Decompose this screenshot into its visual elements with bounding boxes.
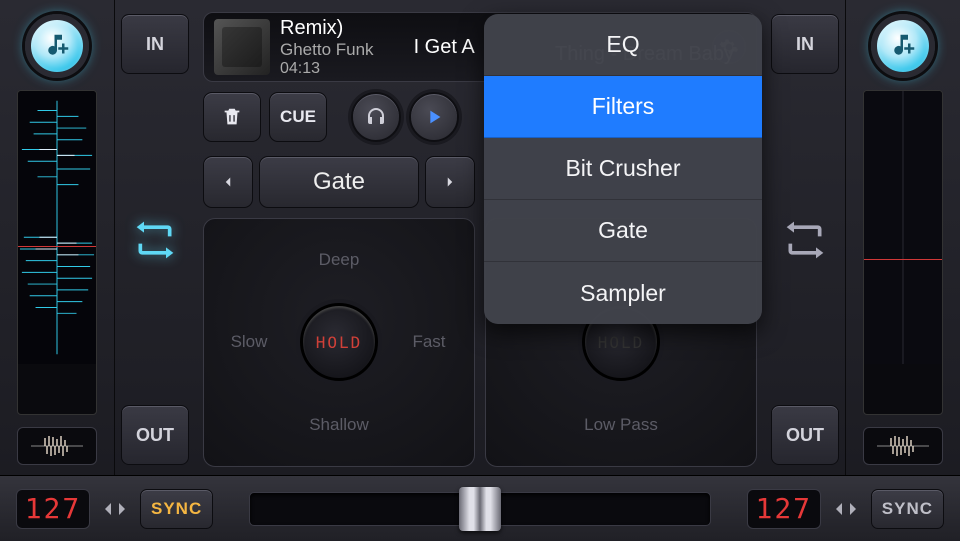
left-sync-button[interactable]: SYNC	[140, 489, 213, 529]
popover-item-gate[interactable]: Gate	[484, 200, 762, 262]
crossfader-handle[interactable]	[459, 487, 501, 531]
bottom-bar: 127 SYNC 127 SYNC	[0, 475, 960, 541]
fx-panel-left: Gate Deep Slow Fast Shallow HOLD	[203, 156, 475, 467]
play-icon	[423, 106, 445, 128]
overview-icon	[29, 435, 85, 457]
track-a-title: Remix)	[280, 17, 374, 40]
fx-left-prev[interactable]	[203, 156, 253, 208]
fx-left-next[interactable]	[425, 156, 475, 208]
nudge-right-icon	[847, 501, 859, 517]
track-a-info: Remix) Ghetto Funk 04:13	[280, 17, 374, 78]
waveform-graphic	[864, 91, 942, 364]
left-bpm-display: 127	[16, 489, 90, 529]
right-waveform[interactable]	[863, 90, 943, 415]
fx-left-xy-pad[interactable]: Deep Slow Fast Shallow HOLD	[203, 218, 475, 467]
fx-left-label-top: Deep	[319, 250, 360, 270]
right-nudge[interactable]	[833, 501, 859, 517]
fx-left-label-right: Fast	[412, 332, 445, 352]
add-track-right-button[interactable]	[871, 14, 935, 78]
left-in-button[interactable]: IN	[121, 14, 189, 74]
fx-left-label-left: Slow	[231, 332, 268, 352]
right-sync-button[interactable]: SYNC	[871, 489, 944, 529]
track-a-time: 04:13	[280, 60, 374, 78]
right-overview-button[interactable]	[863, 427, 943, 465]
right-io-column: IN OUT	[765, 0, 845, 475]
popover-item-eq[interactable]: EQ	[484, 14, 762, 76]
dj-app: IN OUT Remix) Ghetto Funk 04:13 I Get A	[0, 0, 960, 541]
right-bpm-display: 127	[747, 489, 821, 529]
loop-icon	[133, 218, 177, 262]
overview-icon	[875, 435, 931, 457]
fx-right-label-bottom: Low Pass	[584, 415, 658, 435]
playhead-marker	[18, 246, 96, 247]
headphones-icon	[364, 105, 388, 129]
crossfader[interactable]	[249, 492, 711, 526]
music-plus-icon	[42, 31, 72, 61]
popover-item-filters[interactable]: Filters	[484, 76, 762, 138]
left-out-button[interactable]: OUT	[121, 405, 189, 465]
right-in-button[interactable]: IN	[771, 14, 839, 74]
track-a-artist: Ghetto Funk	[280, 40, 374, 60]
play-button[interactable]	[409, 92, 459, 142]
album-art-a	[214, 19, 270, 75]
fx-left-hold-button[interactable]: HOLD	[300, 303, 378, 381]
headphones-button[interactable]	[351, 92, 401, 142]
fx-select-popover: EQFiltersBit CrusherGateSampler	[484, 14, 762, 324]
nudge-left-icon	[833, 501, 845, 517]
trash-icon	[221, 106, 243, 128]
loop-icon	[783, 218, 827, 262]
left-loop-button[interactable]	[127, 212, 183, 268]
cue-button[interactable]: CUE	[269, 92, 327, 142]
fx-left-label-bottom: Shallow	[309, 415, 369, 435]
popover-item-bit-crusher[interactable]: Bit Crusher	[484, 138, 762, 200]
delete-button[interactable]	[203, 92, 261, 142]
main-area: IN OUT Remix) Ghetto Funk 04:13 I Get A	[0, 0, 960, 475]
music-plus-icon	[888, 31, 918, 61]
chevron-left-icon	[219, 173, 237, 191]
add-track-left-button[interactable]	[25, 14, 89, 78]
left-io-column: IN OUT	[115, 0, 195, 475]
left-nudge[interactable]	[102, 501, 128, 517]
nudge-right-icon	[116, 501, 128, 517]
fx-left-name[interactable]: Gate	[259, 156, 419, 208]
playhead-marker	[864, 259, 942, 260]
right-waveform-column	[845, 0, 960, 475]
left-waveform[interactable]	[17, 90, 97, 415]
waveform-graphic	[18, 91, 96, 364]
nudge-left-icon	[102, 501, 114, 517]
chevron-right-icon	[441, 173, 459, 191]
left-overview-button[interactable]	[17, 427, 97, 465]
track-b-fragment: I Get A	[414, 36, 475, 59]
left-waveform-column	[0, 0, 115, 475]
right-loop-button[interactable]	[777, 212, 833, 268]
popover-item-sampler[interactable]: Sampler	[484, 262, 762, 324]
right-out-button[interactable]: OUT	[771, 405, 839, 465]
